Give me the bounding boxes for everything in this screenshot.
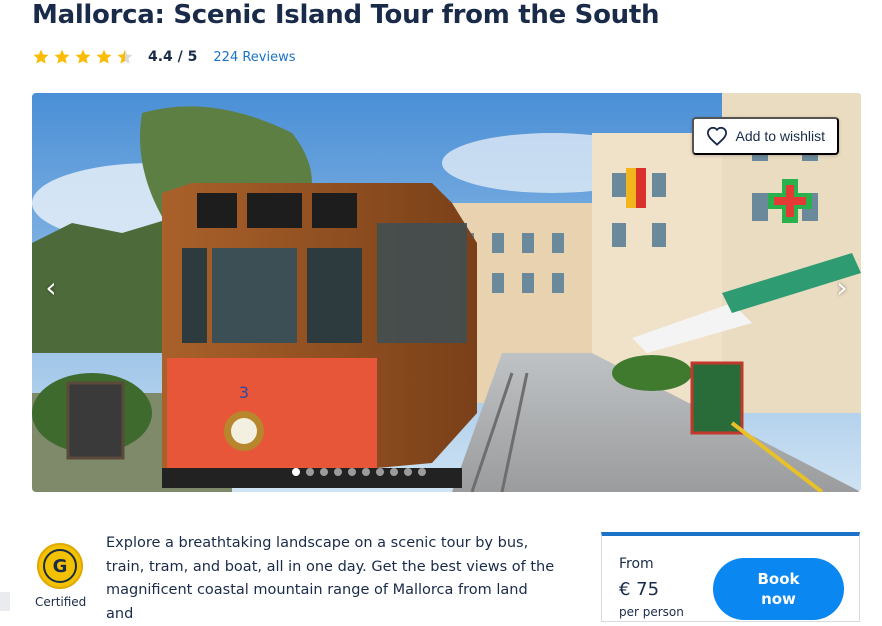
next-image-arrow[interactable]: ›	[831, 273, 853, 303]
booking-box: From € 75 per person Book now	[601, 532, 860, 622]
previous-image-arrow[interactable]: ‹	[40, 273, 62, 303]
star-icon	[32, 48, 50, 66]
price-from-label: From	[619, 556, 654, 572]
gallery-dot[interactable]	[390, 468, 398, 476]
star-rating	[32, 48, 134, 66]
tram-number: 3	[239, 383, 249, 402]
photo-gallery[interactable]: 3 ‹ › Add to wishlist	[32, 93, 861, 492]
star-icon	[95, 48, 113, 66]
gallery-dot[interactable]	[376, 468, 384, 476]
wishlist-label: Add to wishlist	[735, 128, 825, 144]
page-title: Mallorca: Scenic Island Tour from the So…	[32, 0, 660, 30]
badge-letter: G	[43, 549, 77, 583]
gallery-dot[interactable]	[334, 468, 342, 476]
gallery-dot[interactable]	[348, 468, 356, 476]
heart-icon	[706, 126, 727, 146]
side-tab[interactable]	[0, 592, 10, 611]
per-person-label: per person	[619, 605, 684, 619]
certified-badge: G Certified	[35, 543, 87, 609]
gallery-dot[interactable]	[306, 468, 314, 476]
certified-icon: G	[37, 543, 83, 589]
book-now-line1: Book	[757, 570, 800, 588]
half-star-icon	[116, 48, 134, 66]
tour-description: Explore a breathtaking landscape on a sc…	[106, 535, 555, 622]
reviews-link[interactable]: 224 Reviews	[213, 50, 295, 65]
gallery-dot[interactable]	[292, 468, 300, 476]
certified-label: Certified	[35, 595, 87, 609]
add-to-wishlist-button[interactable]: Add to wishlist	[691, 117, 839, 155]
gallery-dot[interactable]	[362, 468, 370, 476]
gallery-dot[interactable]	[320, 468, 328, 476]
gallery-dot[interactable]	[418, 468, 426, 476]
book-now-line2: now	[761, 590, 796, 608]
star-icon	[53, 48, 71, 66]
gallery-pagination	[32, 468, 861, 476]
rating-summary: 4.4 / 5 224 Reviews	[32, 46, 296, 68]
rating-score: 4.4 / 5	[148, 49, 198, 65]
gallery-dot[interactable]	[404, 468, 412, 476]
price-value: € 75	[619, 579, 660, 600]
star-icon	[74, 48, 92, 66]
